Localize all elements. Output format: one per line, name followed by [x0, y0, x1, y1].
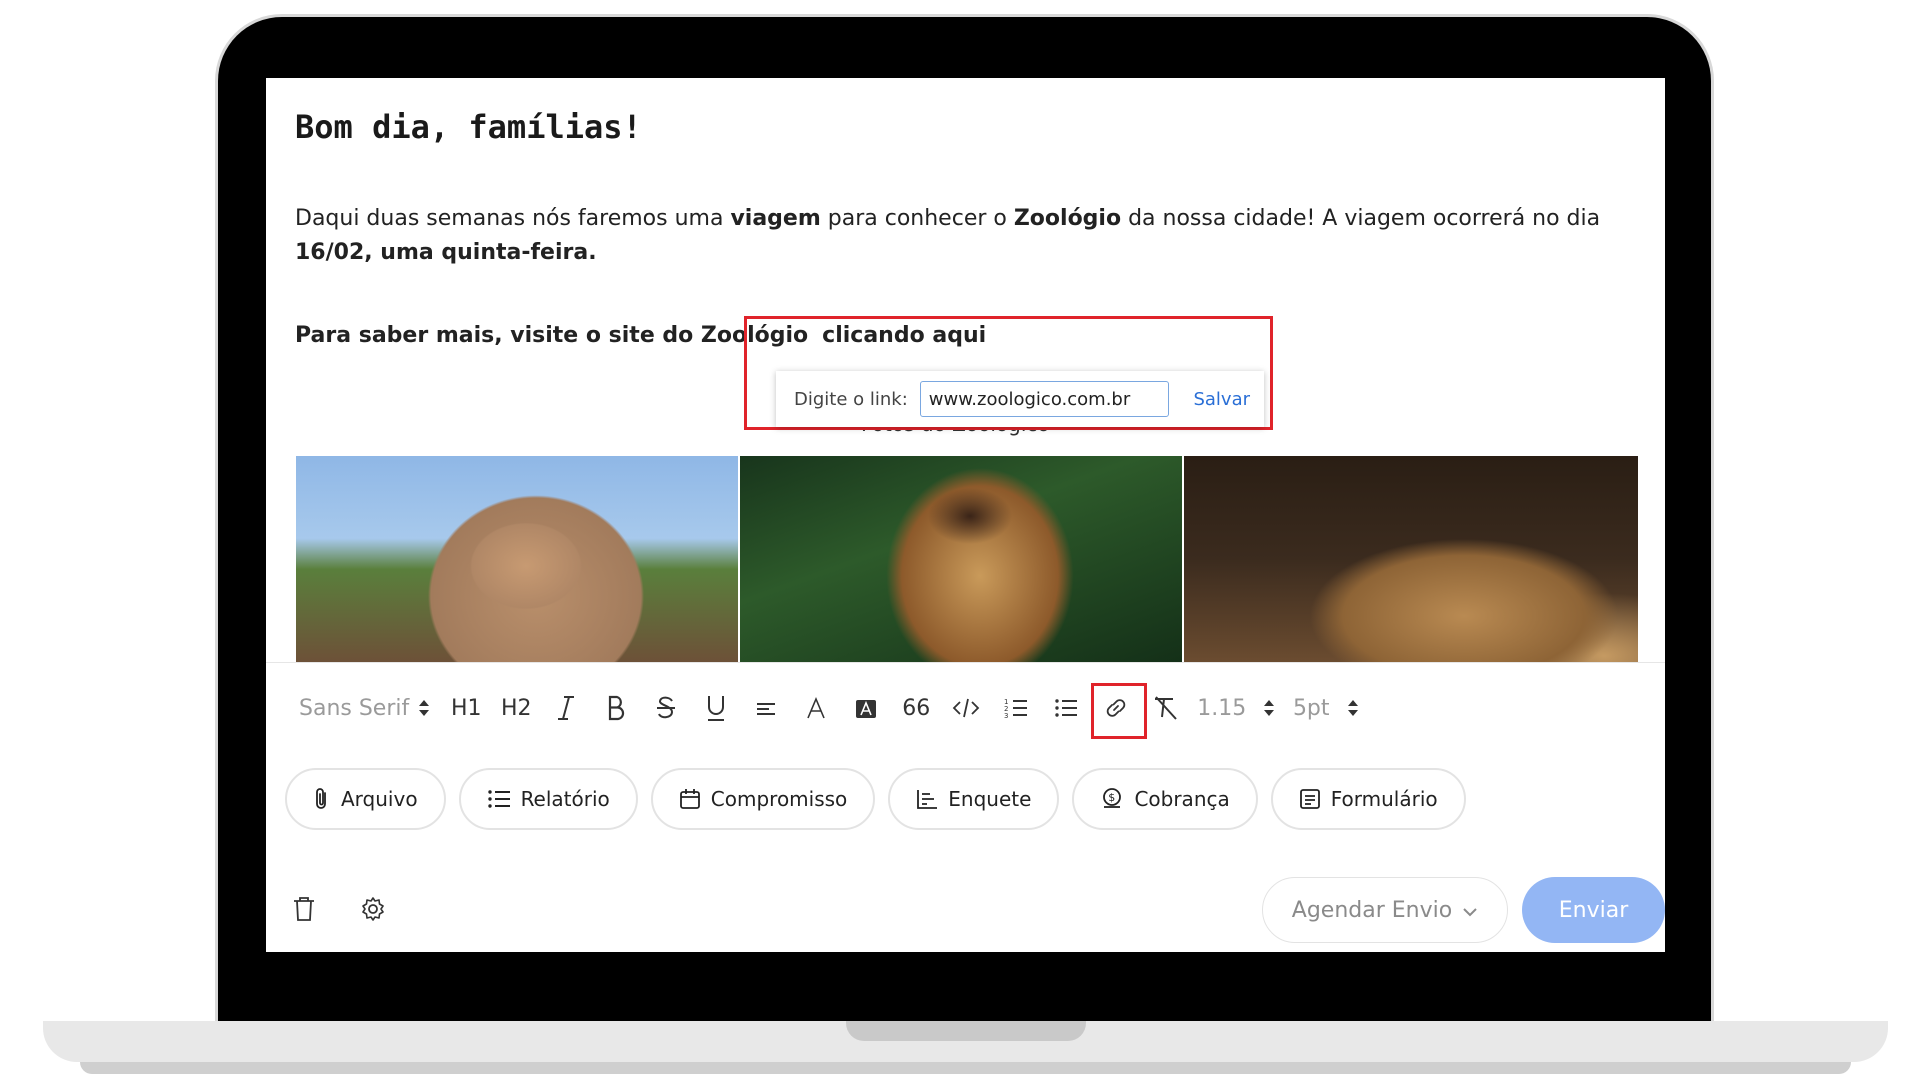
message-paragraph[interactable]: Daqui duas semanas nós faremos uma viage…: [295, 202, 1635, 270]
schedule-send-button[interactable]: Agendar Envio: [1262, 877, 1508, 943]
paragraph-bold-text: viagem: [730, 206, 821, 231]
line-height-select[interactable]: 1.15: [1197, 686, 1246, 730]
form-button[interactable]: Formulário: [1270, 768, 1466, 830]
send-button[interactable]: Enviar: [1522, 877, 1665, 943]
charge-button[interactable]: $ Cobrança: [1072, 768, 1258, 830]
heading1-button[interactable]: H1: [447, 686, 485, 730]
laptop-notch: [846, 1021, 1086, 1041]
laptop-base-shadow: [80, 1062, 1851, 1074]
report-button-label: Relatório: [520, 787, 610, 811]
charge-button-label: Cobrança: [1134, 787, 1230, 811]
link-url-input[interactable]: [919, 381, 1170, 417]
file-button[interactable]: Arquivo: [285, 768, 446, 830]
poll-button[interactable]: Enquete: [888, 768, 1060, 830]
paragraph-spacing-select[interactable]: 5pt: [1292, 686, 1330, 730]
link-input-label: Digite o link:: [794, 388, 908, 410]
form-icon: [1299, 788, 1321, 810]
clear-format-icon[interactable]: [1147, 686, 1185, 730]
bullet-list-icon[interactable]: [1047, 686, 1085, 730]
paragraph-text: para conhecer o: [820, 206, 1014, 231]
email-composer: Bom dia, famílias! Daqui duas semanas nó…: [266, 78, 1665, 952]
list-icon: [487, 789, 511, 809]
link-input-popup: Digite o link: Salvar: [776, 371, 1264, 427]
gear-icon[interactable]: [360, 896, 386, 926]
toolbar-divider: [266, 662, 1665, 663]
svg-text:$: $: [1109, 791, 1116, 804]
code-icon[interactable]: [947, 686, 985, 730]
chevron-down-icon: [1462, 898, 1478, 923]
appointment-button-label: Compromisso: [710, 787, 848, 811]
photo-gallery: [296, 456, 1638, 662]
highlight-color-icon[interactable]: [847, 686, 885, 730]
paragraph-text: Daqui duas semanas nós faremos uma: [295, 206, 731, 231]
formatting-toolbar: Sans Serif H1 H2 66 123 1.15 5pt: [299, 686, 1376, 730]
align-left-icon[interactable]: [747, 686, 785, 730]
elephant-photo[interactable]: [296, 456, 738, 662]
font-select-arrows-icon[interactable]: [413, 686, 435, 730]
font-family-select[interactable]: Sans Serif: [299, 686, 409, 730]
save-link-button[interactable]: Salvar: [1193, 389, 1250, 410]
poll-icon: [916, 788, 938, 810]
blockquote-button[interactable]: 66: [897, 686, 935, 730]
spacing-arrows-icon[interactable]: [1342, 686, 1364, 730]
link-icon-highlight-annotation: [1091, 683, 1147, 739]
attachment-chips: Arquivo Relatório Compromisso Enquete $ …: [285, 768, 1466, 830]
svg-text:3: 3: [1004, 712, 1008, 720]
appointment-button[interactable]: Compromisso: [650, 768, 876, 830]
paragraph-bold-text: 16/02, uma quinta-feira.: [295, 240, 597, 265]
schedule-send-label: Agendar Envio: [1291, 897, 1453, 923]
strikethrough-button[interactable]: [647, 686, 685, 730]
ordered-list-icon[interactable]: 123: [997, 686, 1035, 730]
line-height-arrows-icon[interactable]: [1258, 686, 1280, 730]
money-icon: $: [1100, 787, 1124, 811]
calendar-icon: [679, 788, 701, 810]
form-button-label: Formulário: [1330, 787, 1438, 811]
report-button[interactable]: Relatório: [458, 768, 638, 830]
poll-button-label: Enquete: [948, 787, 1032, 811]
bold-button[interactable]: [597, 686, 635, 730]
underline-button[interactable]: [697, 686, 735, 730]
link-paragraph-text: Para saber mais, visite o site do Zoológ…: [295, 323, 809, 348]
heading2-button[interactable]: H2: [497, 686, 535, 730]
lion-photo[interactable]: [1184, 456, 1638, 662]
paragraph-bold-text: Zoológio: [1013, 206, 1122, 231]
paragraph-text: da nossa cidade! A viagem ocorrerá no di…: [1121, 206, 1601, 231]
giraffe-photo[interactable]: [740, 456, 1182, 662]
italic-button[interactable]: [547, 686, 585, 730]
trash-icon[interactable]: [292, 896, 316, 926]
text-color-icon[interactable]: [797, 686, 835, 730]
paperclip-icon: [313, 787, 331, 811]
greeting-heading[interactable]: Bom dia, famílias!: [295, 108, 642, 146]
file-button-label: Arquivo: [341, 787, 418, 811]
